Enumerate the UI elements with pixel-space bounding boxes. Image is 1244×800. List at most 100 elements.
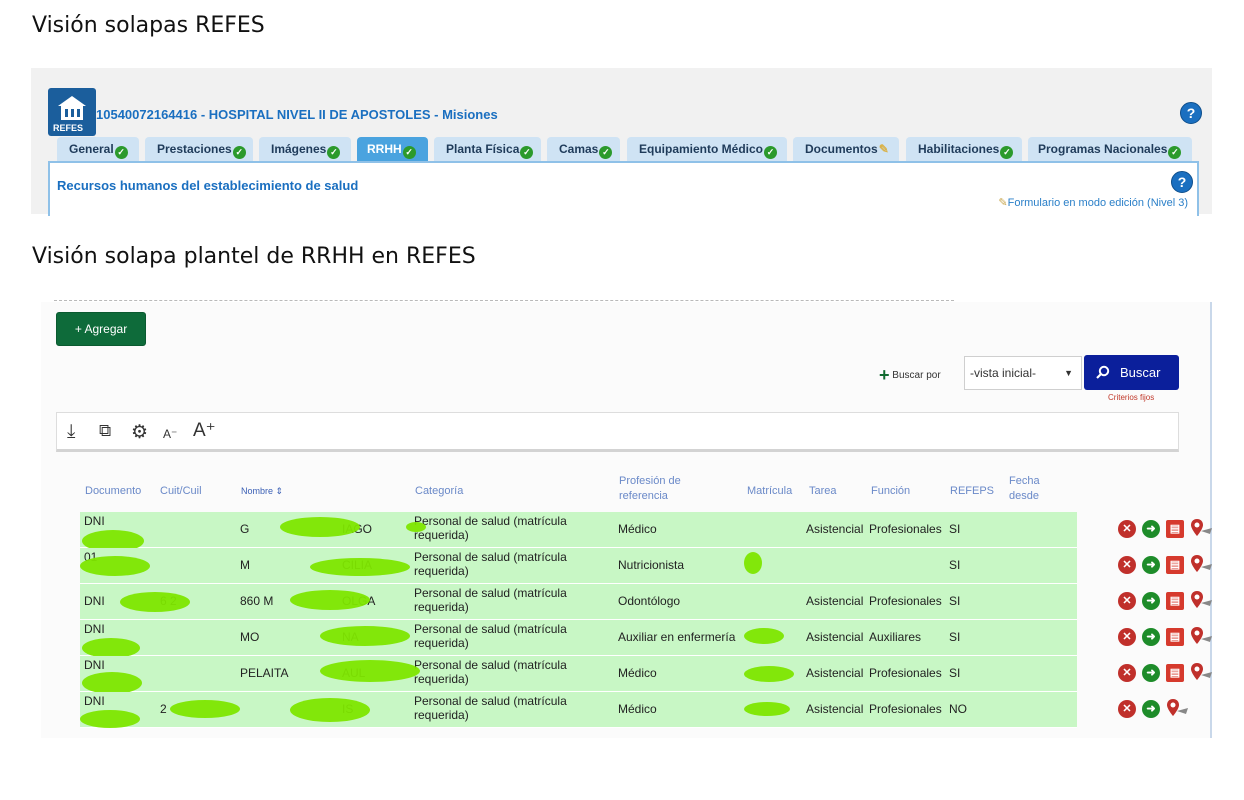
map-pin-icon[interactable] xyxy=(1190,626,1214,648)
delete-icon[interactable]: ✕ xyxy=(1118,520,1136,538)
pdf-report-icon[interactable]: ▤ xyxy=(1166,592,1184,610)
cell-funcion: Profesionales xyxy=(869,594,942,608)
col-nombre[interactable]: Nombre ⇕ xyxy=(241,484,283,499)
table-header: Documento Cuit/Cuil Nombre ⇕ Categoría P… xyxy=(41,472,1101,512)
cell-nombre-prefix: 860 M xyxy=(240,594,274,608)
font-increase-icon[interactable]: A⁺ xyxy=(193,419,216,442)
col-funcion[interactable]: Función xyxy=(871,484,910,499)
cell-profesion: Nutricionista xyxy=(618,558,685,572)
font-decrease-icon[interactable]: A⁻ xyxy=(163,427,177,441)
cell-profesion: Médico xyxy=(618,702,657,716)
tab-documentos[interactable]: Documentos✎ xyxy=(793,137,899,161)
tab-content: Recursos humanos del establecimiento de … xyxy=(48,161,1199,216)
search-button[interactable]: Buscar xyxy=(1084,355,1179,390)
cell-profesion: Auxiliar en enfermería xyxy=(618,630,736,644)
form-mode-link[interactable]: ✎Formulario en modo edición (Nivel 3) xyxy=(998,196,1188,209)
help-icon[interactable]: ? xyxy=(1180,102,1202,124)
delete-icon[interactable]: ✕ xyxy=(1118,592,1136,610)
pdf-report-icon[interactable]: ▤ xyxy=(1166,520,1184,538)
cell-tarea: Asistencial xyxy=(806,702,864,716)
map-pin-icon[interactable] xyxy=(1190,662,1214,684)
go-arrow-icon[interactable]: ➜ xyxy=(1142,556,1160,574)
tab-imagenes[interactable]: Imágenes ✓ xyxy=(259,137,351,161)
col-fecha-desde[interactable]: Fecha desde xyxy=(1009,474,1049,504)
table-row[interactable]: DNIGIAGOPersonal de salud (matrícula req… xyxy=(80,512,1212,552)
search-button-label: Buscar xyxy=(1120,365,1161,380)
redaction-mark xyxy=(320,626,410,646)
delete-icon[interactable]: ✕ xyxy=(1118,664,1136,682)
cell-refeps: SI xyxy=(949,594,961,608)
map-pin-icon[interactable] xyxy=(1190,554,1214,576)
delete-icon[interactable]: ✕ xyxy=(1118,700,1136,718)
zoom-page-icon[interactable]: ⧉ xyxy=(99,421,111,441)
col-refeps[interactable]: REFEPS xyxy=(950,484,994,499)
tab-planta-fisica[interactable]: Planta Física ✓ xyxy=(434,137,541,161)
sort-icon: ⇕ xyxy=(275,486,284,496)
table-row[interactable]: DNI6 2860 MOLGAPersonal de salud (matríc… xyxy=(80,584,1212,620)
cell-profesion: Médico xyxy=(618,666,657,680)
cell-refeps: SI xyxy=(949,558,961,572)
cell-documento: DNI xyxy=(84,514,105,528)
cell-categoria: Personal de salud (matrícula requerida) xyxy=(414,586,567,614)
go-arrow-icon[interactable]: ➜ xyxy=(1142,592,1160,610)
faded-info-text xyxy=(54,300,954,307)
cell-refeps: NO xyxy=(949,702,967,716)
section-title: Recursos humanos del establecimiento de … xyxy=(57,178,359,193)
redaction-mark xyxy=(744,552,762,574)
map-pin-icon[interactable] xyxy=(1190,590,1214,612)
tab-habilitaciones[interactable]: Habilitaciones ✓ xyxy=(906,137,1022,161)
cell-documento: DNI xyxy=(84,694,105,708)
table-row[interactable]: DNI2ISPersonal de salud (matrícula reque… xyxy=(80,692,1188,728)
go-arrow-icon[interactable]: ➜ xyxy=(1142,700,1160,718)
go-arrow-icon[interactable]: ➜ xyxy=(1142,664,1160,682)
pdf-report-icon[interactable]: ▤ xyxy=(1166,664,1184,682)
cell-funcion: Profesionales xyxy=(869,702,942,716)
cell-cuit: 2 xyxy=(160,702,167,716)
table-row[interactable]: DNIPELAITAAULPersonal de salud (matrícul… xyxy=(80,656,1212,694)
edit-pencil-icon: ✎ xyxy=(998,197,1008,209)
tab-camas[interactable]: Camas ✓ xyxy=(547,137,620,161)
tab-equipamiento-medico[interactable]: Equipamiento Médico ✓ xyxy=(627,137,787,161)
col-profesion[interactable]: Profesión de referencia xyxy=(619,474,714,504)
download-icon[interactable]: ⤓ xyxy=(67,421,75,443)
table-row[interactable]: 01MCILIAPersonal de salud (matrícula req… xyxy=(80,548,1212,584)
tab-label: RRHH xyxy=(367,142,402,156)
caret-down-icon: ▼ xyxy=(1064,368,1073,378)
go-arrow-icon[interactable]: ➜ xyxy=(1142,520,1160,538)
col-cuit[interactable]: Cuit/Cuil xyxy=(160,484,202,499)
row-actions: ✕ ➜ ▤ xyxy=(1116,584,1226,619)
cell-categoria: Personal de salud (matrícula requerida) xyxy=(414,622,567,650)
delete-icon[interactable]: ✕ xyxy=(1118,628,1136,646)
cell-categoria: Personal de salud (matrícula requerida) xyxy=(414,658,567,686)
col-nombre-label: Nombre xyxy=(241,486,274,496)
col-tarea[interactable]: Tarea xyxy=(809,484,837,499)
search-icon xyxy=(1096,365,1110,379)
settings-gear-icon[interactable]: ⚙ xyxy=(131,421,148,444)
tab-general[interactable]: General ✓ xyxy=(57,137,139,161)
pdf-report-icon[interactable]: ▤ xyxy=(1166,628,1184,646)
criteria-link[interactable]: Criterios fijos xyxy=(1108,393,1154,402)
logo-label: REFES xyxy=(53,123,84,133)
go-arrow-icon[interactable]: ➜ xyxy=(1142,628,1160,646)
tab-label: Camas xyxy=(559,142,599,156)
help-icon[interactable]: ? xyxy=(1171,171,1193,193)
tab-programas-nacionales[interactable]: Programas Nacionales ✓ xyxy=(1028,137,1192,161)
tab-prestaciones[interactable]: Prestaciones ✓ xyxy=(145,137,253,161)
cell-categoria: Personal de salud (matrícula requerida) xyxy=(414,550,567,578)
col-documento[interactable]: Documento xyxy=(85,484,141,499)
pdf-report-icon[interactable]: ▤ xyxy=(1166,556,1184,574)
row-actions: ✕ ➜ ▤ xyxy=(1116,620,1226,655)
table-row[interactable]: DNIMONAPersonal de salud (matrícula requ… xyxy=(80,620,1212,658)
cell-nombre-prefix: M xyxy=(240,558,250,572)
col-categoria[interactable]: Categoría xyxy=(415,484,463,499)
col-matricula[interactable]: Matrícula xyxy=(747,484,792,499)
tab-rrhh[interactable]: RRHH ✓ xyxy=(357,137,428,161)
redaction-mark xyxy=(280,517,360,537)
search-select[interactable]: -vista inicial- ▼ xyxy=(964,356,1082,390)
add-button[interactable]: + Agregar xyxy=(56,312,146,346)
table-toolbar: ⤓ ⧉ ⚙ A⁻ A⁺ xyxy=(56,412,1179,452)
redaction-mark xyxy=(290,590,370,610)
map-pin-icon[interactable] xyxy=(1166,698,1190,720)
map-pin-icon[interactable] xyxy=(1190,518,1214,540)
delete-icon[interactable]: ✕ xyxy=(1118,556,1136,574)
